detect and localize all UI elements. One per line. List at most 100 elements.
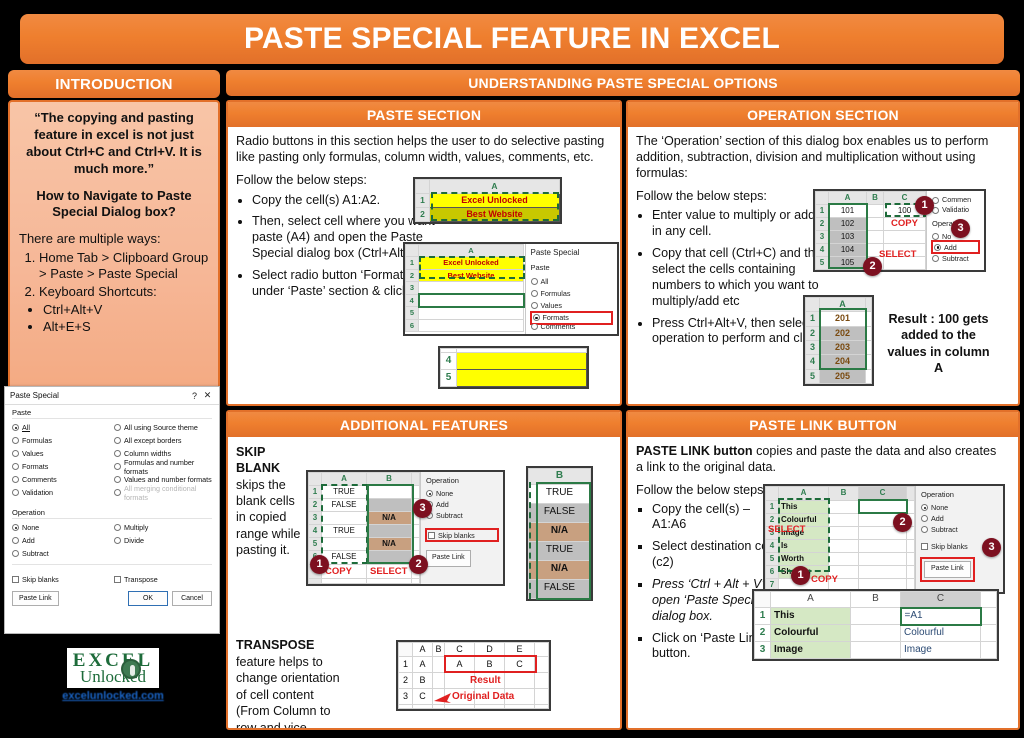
skip-blank-text-block: SKIP BLANK skips the blank cells in copi… xyxy=(236,444,306,559)
cell-a5: 205 xyxy=(819,368,866,384)
column-header-b: B xyxy=(850,590,901,609)
radio-option-formulas-and-number-formats[interactable]: Formulas and number formats xyxy=(114,458,212,476)
sheet-corner xyxy=(398,641,413,658)
radio-option-subtract[interactable]: Subtract xyxy=(12,547,110,560)
cell-a2: B xyxy=(412,672,433,690)
checkbox-skip-blanks[interactable]: Skip blanks xyxy=(12,573,110,586)
row-header: 6 xyxy=(765,564,779,580)
operation-section-panel: OPERATION SECTION The ‘Operation’ sectio… xyxy=(626,100,1020,406)
radio-option-add[interactable]: Add xyxy=(921,513,998,524)
radio-icon xyxy=(12,550,19,557)
paste-link-button[interactable]: Paste Link xyxy=(426,550,471,568)
row-header: 2 xyxy=(405,268,419,283)
row-header: 4 xyxy=(765,538,779,553)
close-icon[interactable]: ✕ xyxy=(201,390,214,401)
step-badge-1: 1 xyxy=(791,566,810,585)
row-header: 2 xyxy=(415,207,430,223)
operation-legend: Operation xyxy=(921,490,954,499)
radio-option-subtract[interactable]: Subtract xyxy=(921,524,998,535)
radio-option-validation[interactable]: Validatio xyxy=(932,205,979,215)
radio-option-values[interactable]: Values xyxy=(12,447,110,460)
bottom-quadrant-row: ADDITIONAL FEATURES SKIP BLANK skips the… xyxy=(226,410,1020,730)
radio-icon xyxy=(114,437,121,444)
ok-button[interactable]: OK xyxy=(128,591,168,606)
row-header: 1 xyxy=(754,607,771,626)
paste-link-screenshot-1: A B C 1 This 2 Colourful 3 Image 4 Is 5 … xyxy=(763,484,1005,595)
cell-b2 xyxy=(866,217,884,232)
radio-option-formats[interactable]: Formats xyxy=(529,310,613,325)
paste-special-dialog[interactable]: Paste Special ? ✕ Paste All All using So… xyxy=(4,386,220,634)
radio-option-comments[interactable]: Comments xyxy=(530,323,612,330)
radio-option-none[interactable]: None xyxy=(12,521,110,534)
radio-option-divide[interactable]: Divide xyxy=(114,534,212,547)
radio-option-all[interactable]: All xyxy=(530,276,612,288)
radio-option-none[interactable]: None xyxy=(921,502,998,513)
row-header: 2 xyxy=(398,672,413,690)
operation-section-header: OPERATION SECTION xyxy=(628,102,1018,127)
radio-option-add[interactable]: Add xyxy=(931,240,980,255)
radio-option-all-except-borders[interactable]: All except borders xyxy=(114,434,212,447)
skip-blank-screenshot: A B 1 TRUE 2 FALSE 3 N/A 4 TRUE 5 N/A FA… xyxy=(306,470,505,586)
sheet-corner xyxy=(405,243,419,258)
radio-option-comments[interactable]: Commen xyxy=(932,195,979,205)
checkbox-transpose[interactable]: Transpose xyxy=(114,573,212,586)
radio-option-formulas[interactable]: Formulas xyxy=(12,434,110,447)
infographic-page: PASTE SPECIAL FEATURE IN EXCEL INTRODUCT… xyxy=(0,0,1024,738)
radio-option-validation[interactable]: Validation xyxy=(12,486,110,499)
radio-option-add[interactable]: Add xyxy=(12,534,110,547)
paste-link-body: PASTE LINK button copies and paste the d… xyxy=(628,437,1018,675)
understanding-header: UNDERSTANDING PASTE SPECIAL OPTIONS xyxy=(226,70,1020,96)
intro-ways-list: Home Tab > Clipboard Group > Paste > Pas… xyxy=(19,250,209,302)
radio-option-formats[interactable]: Formats xyxy=(12,460,110,473)
paste-link-intro: PASTE LINK button copies and paste the d… xyxy=(636,444,1006,476)
intro-subheading: How to Navigate to Paste Special Dialog … xyxy=(36,187,192,220)
row-header: 2 xyxy=(308,498,322,513)
additional-features-header: ADDITIONAL FEATURES xyxy=(228,412,620,437)
cell-c1: =A1 xyxy=(899,606,982,626)
radio-option-all[interactable]: All xyxy=(12,421,110,434)
radio-option-subtract[interactable]: Subtract xyxy=(932,253,979,263)
cell-a5-result xyxy=(456,369,587,387)
row-header: 1 xyxy=(308,485,322,500)
radio-option-subtract[interactable]: Subtract xyxy=(426,510,498,521)
additional-features-body: SKIP BLANK skips the blank cells in copi… xyxy=(228,437,620,728)
checkbox-skip-blanks[interactable]: Skip blanks xyxy=(425,528,499,543)
sheet-corner xyxy=(415,179,430,194)
cell-a1: A xyxy=(412,656,433,674)
row-header: 2 xyxy=(754,624,771,643)
cell-a4-selected xyxy=(417,293,525,308)
help-icon[interactable]: ? xyxy=(188,391,201,401)
site-url-link[interactable]: excelunlocked.com xyxy=(38,690,188,702)
introduction-body: “The copying and pasting feature in exce… xyxy=(8,100,220,412)
column-header-c: C xyxy=(858,486,907,501)
radio-option-formulas[interactable]: Formulas xyxy=(530,288,612,300)
copy-label: COPY xyxy=(325,566,352,577)
paste-legend: Paste xyxy=(12,408,212,419)
select-label: SELECT xyxy=(879,249,917,260)
row-header: 4 xyxy=(308,524,322,539)
radio-option-comments[interactable]: Comments xyxy=(12,473,110,486)
cell-c2: Colourful xyxy=(900,624,981,643)
operation-screenshot-2: A 1 201 2 202 3 203 4 204 5 205 xyxy=(803,295,874,386)
radio-option-none[interactable]: None xyxy=(426,488,498,499)
paste-link-button[interactable]: Paste Link xyxy=(12,591,59,606)
select-label: SELECT xyxy=(768,524,806,535)
step-badge-3: 3 xyxy=(413,499,432,518)
cancel-button[interactable]: Cancel xyxy=(172,591,212,606)
intro-quote: “The copying and pasting feature in exce… xyxy=(26,110,202,176)
cell-a3 xyxy=(418,281,524,295)
paste-link-button[interactable]: Paste Link xyxy=(924,561,971,579)
dialog-checkbox-row: Skip blanks Transpose xyxy=(5,570,219,586)
radio-option-values[interactable]: Values xyxy=(530,300,612,312)
row-header: 3 xyxy=(805,339,820,356)
radio-option-multiply[interactable]: Multiply xyxy=(114,521,212,534)
skip-blank-text: skips the blank cells in copied range wh… xyxy=(236,477,301,558)
radio-icon xyxy=(114,489,121,496)
paste-link-panel: PASTE LINK BUTTON PASTE LINK button copi… xyxy=(626,410,1020,730)
radio-icon xyxy=(426,490,433,498)
transpose-text-block: TRANSPOSE feature helps to change orient… xyxy=(236,637,341,728)
paste-link-dialog-fragment: Operation None Add Subtract Skip blanks … xyxy=(915,486,1003,593)
radio-icon xyxy=(114,524,121,531)
radio-option-add[interactable]: Add xyxy=(426,499,498,510)
radio-option-all-using-source-theme[interactable]: All using Source theme xyxy=(114,421,212,434)
